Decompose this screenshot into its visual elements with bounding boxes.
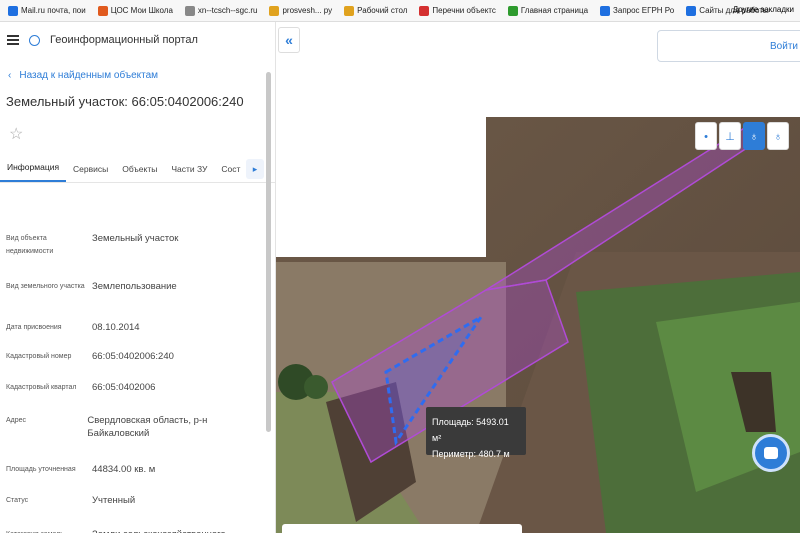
object-tabs: Информация Сервисы Объекты Части ЗУ Сост…: [0, 157, 275, 183]
tab-objects[interactable]: Объекты: [115, 164, 164, 182]
bookmark-item[interactable]: Mail.ru почта, пои: [4, 5, 90, 16]
map-tool-point-icon[interactable]: •: [695, 122, 717, 150]
bookmark-label: Рабочий стол: [357, 6, 408, 15]
bookmark-favicon-icon: [184, 5, 195, 16]
info-key: Площадь уточненная: [6, 466, 76, 473]
info-value: 66:05:0402006: [92, 382, 156, 393]
login-button[interactable]: Войти: [657, 30, 800, 62]
bookmark-label: ЦОС Мои Школа: [110, 6, 173, 15]
bookmark-other[interactable]: Другие закладки: [733, 5, 794, 14]
info-value: Свердловская область, р-н Байкаловский: [87, 415, 208, 439]
info-row: Адрес Свердловская область, р-н Байкаловс…: [6, 414, 262, 440]
bookmark-favicon-icon: [97, 5, 108, 16]
sidebar-scrollbar[interactable]: [266, 72, 271, 432]
bookmark-label: Запрос ЕГРН Ро: [613, 6, 675, 15]
bookmark-item[interactable]: Запрос ЕГРН Ро: [596, 5, 678, 16]
portal-logo-icon: [29, 34, 40, 46]
info-row: Дата присвоения 08.10.2014: [6, 321, 262, 334]
info-key: Дата присвоения: [6, 324, 62, 331]
bottom-panel: [282, 524, 522, 536]
info-key: Кадастровый квартал: [6, 384, 77, 391]
info-value: 44834.00 кв. м: [92, 464, 156, 475]
bookmark-label: Перечни объектс: [432, 6, 496, 15]
bookmarks-bar: Mail.ru почта, пои ЦОС Мои Школа xn--tcsch…: [0, 0, 800, 22]
info-key: Вид объекта недвижимости: [6, 235, 54, 255]
map-tool-measure-line-icon[interactable]: ♁: [767, 122, 789, 150]
bookmark-favicon-icon: [269, 5, 280, 16]
measure-perimeter: Периметр: 480.7 м: [432, 449, 510, 459]
info-row: Кадастровый номер 66:05:0402006:240: [6, 350, 262, 363]
portal-title: Геоинформационный портал: [50, 34, 198, 46]
bookmark-item[interactable]: xn--tcsch--sgc.ru: [181, 5, 262, 16]
bookmark-favicon-icon: [507, 5, 518, 16]
bookmark-label: prosvesh... ру: [282, 6, 333, 15]
info-row: Статус Учтенный: [6, 494, 262, 507]
bookmark-item[interactable]: Главная страница: [504, 5, 592, 16]
info-row: Вид объекта недвижимости Земельный участо…: [6, 232, 262, 258]
bookmark-item[interactable]: Перечни объектс: [415, 5, 500, 16]
info-key: Статус: [6, 497, 29, 504]
info-row: Категория земельЗемли сельскохозяйственн…: [6, 528, 262, 533]
map-overlay: [331, 125, 758, 464]
tab-composition[interactable]: Сост: [214, 164, 247, 182]
sidebar: Геоинформационный портал ‹ Назад к найде…: [0, 22, 276, 533]
info-row: Кадастровый квартал 66:05:0402006: [6, 381, 262, 394]
bookmark-favicon-icon: [600, 5, 611, 16]
bookmark-label: xn--tcsch--sgc.ru: [197, 6, 258, 15]
back-to-results-link[interactable]: ‹ Назад к найденным объектам: [0, 70, 275, 81]
info-key: Кадастровый номер: [6, 353, 72, 360]
tab-parts[interactable]: Части ЗУ: [164, 164, 214, 182]
info-row: Площадь уточненная 44834.00 кв. м: [6, 463, 262, 476]
chat-icon: [764, 447, 778, 459]
bookmark-item[interactable]: ЦОС Мои Школа: [94, 5, 177, 16]
tab-services[interactable]: Сервисы: [66, 164, 115, 182]
info-key: Вид земельного участка: [6, 283, 85, 290]
bookmark-favicon-icon: [344, 5, 355, 16]
parcel-strip: [485, 125, 758, 291]
tab-info[interactable]: Информация: [0, 162, 67, 182]
bookmark-label: Главная страница: [520, 6, 589, 15]
tabs-next-button[interactable]: ▸: [246, 159, 264, 179]
info-row: Вид земельного участка Землепользование: [6, 280, 262, 293]
bookmark-item[interactable]: prosvesh... ру: [265, 5, 336, 16]
bookmark-favicon-icon: [419, 5, 430, 16]
chevron-left-icon: ‹: [8, 70, 12, 81]
info-value: 66:05:0402006:240: [92, 351, 174, 362]
object-title: Земельный участок: 66:05:0402006:240: [6, 94, 244, 109]
measure-area: Площадь: 5493.01 м²: [432, 417, 509, 443]
info-value: Земельный участок: [92, 233, 179, 244]
menu-icon[interactable]: [7, 35, 19, 45]
map-view[interactable]: [276, 22, 800, 533]
map-tool-download-icon[interactable]: ⊥: [719, 122, 741, 150]
info-value: Землепользование: [92, 281, 177, 292]
map-tool-measure-area-icon[interactable]: ♁: [743, 122, 765, 150]
bookmark-label: Mail.ru почта, пои: [21, 6, 86, 15]
info-key: Адрес: [6, 417, 27, 424]
bookmark-item[interactable]: Рабочий стол: [340, 5, 411, 16]
bookmark-favicon-icon: [8, 5, 18, 16]
info-value: Учтенный: [92, 495, 136, 506]
info-value: 08.10.2014: [92, 322, 140, 333]
back-link-label: Назад к найденным объектам: [19, 70, 159, 81]
measure-tooltip: Площадь: 5493.01 м² Периметр: 480.7 м: [426, 407, 526, 459]
portal-header: Геоинформационный портал: [0, 22, 275, 58]
info-key: Категория земель: [6, 528, 92, 533]
favorite-star-icon[interactable]: ☆: [9, 127, 25, 143]
chat-button[interactable]: [752, 434, 790, 472]
bookmark-favicon-icon: [686, 5, 697, 16]
collapse-sidebar-button[interactable]: «: [278, 27, 300, 53]
info-value: Земли сельскохозяйственного: [92, 528, 226, 533]
